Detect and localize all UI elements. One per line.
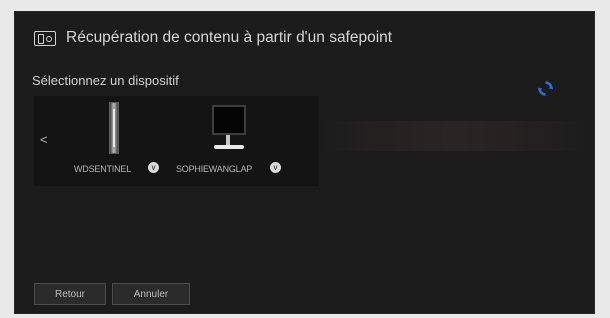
back-button[interactable]: Retour <box>34 283 106 305</box>
dialog-title: Récupération de contenu à partir d'un sa… <box>66 29 393 46</box>
monitor-base <box>214 145 244 149</box>
device-wdsentinel[interactable]: WDSENTINEL v <box>66 102 162 182</box>
monitor-icon <box>212 105 246 135</box>
device-carousel: < WDSENTINEL v SOPHIEWANGLAP v <box>34 96 319 186</box>
carousel-prev-button[interactable]: < <box>40 132 48 147</box>
nas-tower-icon <box>109 102 119 154</box>
device-label: SOPHIEWANGLAP <box>176 164 253 174</box>
cancel-button[interactable]: Annuler <box>112 283 190 305</box>
select-device-label: Sélectionnez un dispositif <box>32 73 179 88</box>
device-label: WDSENTINEL <box>74 164 132 174</box>
background-glow <box>314 121 595 151</box>
monitor-stand <box>226 135 230 145</box>
chevron-down-icon[interactable]: v <box>148 162 159 173</box>
device-sophiewanglap[interactable]: SOPHIEWANGLAP v <box>174 102 281 182</box>
dialog-header: Récupération de contenu à partir d'un sa… <box>14 11 595 69</box>
chevron-down-icon[interactable]: v <box>270 162 281 173</box>
loading-spinner-icon <box>537 81 554 96</box>
safepoint-icon <box>34 31 56 46</box>
restore-dialog: Récupération de contenu à partir d'un sa… <box>14 11 595 314</box>
